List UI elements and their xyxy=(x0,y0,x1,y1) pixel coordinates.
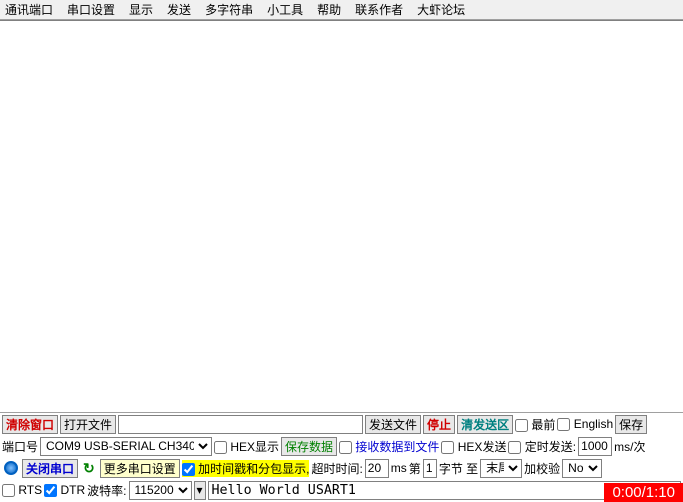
baud-combo[interactable]: 115200 xyxy=(129,481,192,500)
rts-checkbox[interactable] xyxy=(2,484,15,497)
interval-unit: ms/次 xyxy=(614,438,645,455)
send-file-button[interactable]: 发送文件 xyxy=(365,415,421,434)
front-checkbox[interactable] xyxy=(515,419,528,432)
menu-serial-settings[interactable]: 串口设置 xyxy=(67,1,115,18)
status-led-icon xyxy=(4,461,18,475)
timestamp-checkbox[interactable] xyxy=(182,463,195,476)
timed-send-label[interactable]: 定时发送: xyxy=(508,438,576,455)
menu-contact[interactable]: 联系作者 xyxy=(355,1,403,18)
english-checkbox[interactable] xyxy=(557,418,570,431)
menu-multistring[interactable]: 多字符串 xyxy=(205,1,253,18)
toolbar-row-2: 端口号 COM9 USB-SERIAL CH340 HEX显示 保存数据 接收数… xyxy=(0,435,683,457)
english-checkbox-label[interactable]: English xyxy=(557,417,613,431)
timed-send-checkbox[interactable] xyxy=(508,441,521,454)
ms-label: ms xyxy=(391,461,407,475)
port-label: 端口号 xyxy=(2,438,38,455)
save-data-button[interactable]: 保存数据 xyxy=(281,437,337,456)
toolbar: 清除窗口 打开文件 发送文件 停止 清发送区 最前 English 保存 端口号… xyxy=(0,412,683,501)
toolbar-row-1: 清除窗口 打开文件 发送文件 停止 清发送区 最前 English 保存 xyxy=(0,413,683,435)
hex-send-label[interactable]: HEX发送 xyxy=(441,438,506,455)
timeout-label: 超时时间: xyxy=(311,460,362,477)
baud-label: 波特率: xyxy=(87,482,126,499)
interval-input[interactable] xyxy=(578,437,612,456)
clear-window-button[interactable]: 清除窗口 xyxy=(2,415,58,434)
close-port-button[interactable]: 关闭串口 xyxy=(22,459,78,478)
timeout-input[interactable] xyxy=(365,459,389,478)
bytes-label: 字节 至 xyxy=(439,460,478,477)
di-label: 第 xyxy=(409,460,421,477)
more-settings-button[interactable]: 更多串口设置 xyxy=(100,459,180,478)
open-file-button[interactable]: 打开文件 xyxy=(60,415,116,434)
front-checkbox-label[interactable]: 最前 xyxy=(515,416,555,433)
menu-help[interactable]: 帮助 xyxy=(317,1,341,18)
hex-display-label[interactable]: HEX显示 xyxy=(214,438,279,455)
video-timer: 0:00/1:10 xyxy=(604,483,683,502)
hex-display-checkbox[interactable] xyxy=(214,441,227,454)
refresh-icon[interactable]: ↻ xyxy=(80,460,98,477)
dtr-checkbox[interactable] xyxy=(44,484,57,497)
recv-to-file-checkbox[interactable] xyxy=(339,441,352,454)
menu-bar: 通讯端口 串口设置 显示 发送 多字符串 小工具 帮助 联系作者 大虾论坛 xyxy=(0,0,683,20)
toolbar-row-4: RTS DTR 波特率: 115200 ▾ xyxy=(0,479,683,501)
dtr-label[interactable]: DTR xyxy=(44,483,85,497)
menu-display[interactable]: 显示 xyxy=(129,1,153,18)
timestamp-label[interactable]: 加时间戳和分包显示, xyxy=(182,460,310,477)
menu-send[interactable]: 发送 xyxy=(167,1,191,18)
file-path-input[interactable] xyxy=(118,415,363,434)
stop-button[interactable]: 停止 xyxy=(423,415,455,434)
menu-tools[interactable]: 小工具 xyxy=(267,1,303,18)
port-combo[interactable]: COM9 USB-SERIAL CH340 xyxy=(40,437,212,456)
clear-send-button[interactable]: 清发送区 xyxy=(457,415,513,434)
bytes-input[interactable] xyxy=(423,459,437,478)
checksum-label: 加校验 xyxy=(524,460,560,477)
tail-combo[interactable]: 末尾 xyxy=(480,459,522,478)
menu-forum[interactable]: 大虾论坛 xyxy=(417,1,465,18)
checksum-combo[interactable]: None xyxy=(562,459,602,478)
menu-port[interactable]: 通讯端口 xyxy=(5,1,53,18)
receive-area[interactable] xyxy=(0,20,683,412)
recv-to-file-label[interactable]: 接收数据到文件 xyxy=(339,438,439,455)
save-params-button[interactable]: 保存 xyxy=(615,415,647,434)
hex-send-checkbox[interactable] xyxy=(441,441,454,454)
baud-down-button[interactable]: ▾ xyxy=(194,481,206,500)
rts-label[interactable]: RTS xyxy=(2,483,42,497)
toolbar-row-3: 关闭串口 ↻ 更多串口设置 加时间戳和分包显示, 超时时间: ms 第 字节 至… xyxy=(0,457,683,479)
